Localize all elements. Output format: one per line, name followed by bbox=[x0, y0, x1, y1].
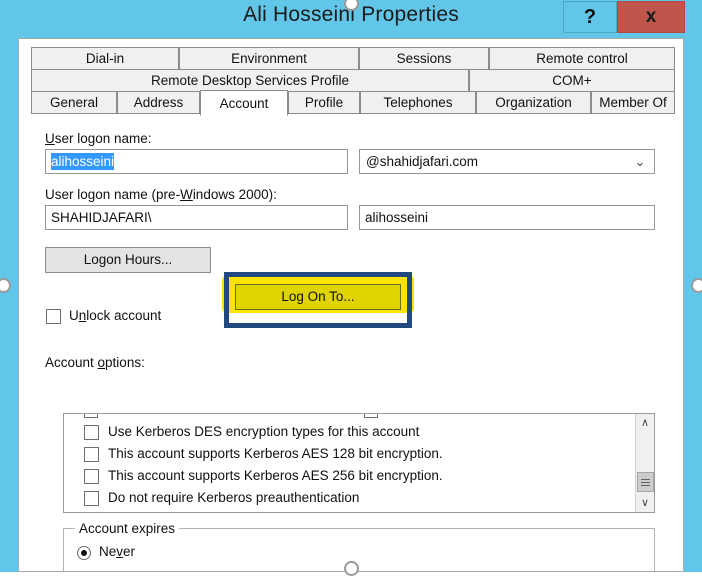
tab-dial-in[interactable]: Dial-in bbox=[31, 47, 179, 70]
scrolled-checkbox-sliver-right bbox=[364, 414, 378, 418]
pre2000-logon-name-input[interactable]: alihosseini bbox=[359, 205, 655, 230]
resize-handle-right[interactable] bbox=[691, 278, 702, 293]
option-label: Use Kerberos DES encryption types for th… bbox=[108, 424, 420, 439]
tab-strip: Dial-in Environment Sessions Remote cont… bbox=[31, 47, 675, 116]
option-checkbox[interactable] bbox=[84, 447, 99, 462]
option-checkbox[interactable] bbox=[84, 425, 99, 440]
tab-account[interactable]: Account bbox=[200, 90, 288, 116]
user-logon-name-value: alihosseini bbox=[51, 153, 115, 170]
dialog-client-area: Dial-in Environment Sessions Remote cont… bbox=[18, 38, 684, 572]
unlock-account-label: Unlock account bbox=[69, 308, 162, 323]
option-checkbox[interactable] bbox=[84, 491, 99, 506]
account-options-label: Account options: bbox=[45, 355, 145, 370]
logon-hours-button[interactable]: Logon Hours... bbox=[45, 247, 211, 273]
tab-row-1: Dial-in Environment Sessions Remote cont… bbox=[31, 47, 675, 70]
tab-sessions[interactable]: Sessions bbox=[359, 47, 489, 70]
tab-com-plus[interactable]: COM+ bbox=[469, 69, 675, 92]
window-frame-right bbox=[684, 38, 702, 572]
tab-profile[interactable]: Profile bbox=[288, 91, 360, 114]
scroll-down-icon[interactable]: ∨ bbox=[636, 494, 654, 512]
chevron-down-icon: ⌄ bbox=[634, 154, 646, 169]
resize-handle-bottom[interactable] bbox=[344, 561, 359, 576]
account-expires-legend: Account expires bbox=[75, 521, 180, 536]
logon-hours-label: Logon Hours... bbox=[83, 252, 173, 267]
tab-organization[interactable]: Organization bbox=[476, 91, 591, 114]
upn-suffix-value: @shahidjafari.com bbox=[366, 154, 479, 169]
options-scrollbar[interactable]: ∧ ∨ bbox=[635, 414, 654, 512]
user-logon-name-input[interactable]: alihosseini bbox=[45, 149, 348, 174]
tab-general[interactable]: General bbox=[31, 91, 117, 114]
tab-address[interactable]: Address bbox=[117, 91, 200, 114]
scroll-up-icon[interactable]: ∧ bbox=[636, 414, 654, 432]
tab-row-2: Remote Desktop Services Profile COM+ bbox=[31, 69, 675, 92]
tab-remote-desktop-services-profile[interactable]: Remote Desktop Services Profile bbox=[31, 69, 469, 92]
option-checkbox[interactable] bbox=[84, 469, 99, 484]
scrolled-checkbox-sliver-left bbox=[84, 414, 98, 418]
tab-environment[interactable]: Environment bbox=[179, 47, 359, 70]
option-label: This account supports Kerberos AES 128 b… bbox=[108, 446, 443, 461]
expires-never-radio[interactable] bbox=[77, 546, 91, 560]
pre2000-label: User logon name (pre-Windows 2000): bbox=[45, 187, 277, 202]
log-on-to-button[interactable]: Log On To... bbox=[235, 284, 401, 310]
tab-member-of[interactable]: Member Of bbox=[591, 91, 675, 114]
logon-name-label: User logon name: bbox=[45, 131, 152, 146]
pre2000-domain-value: SHAHIDJAFARI\ bbox=[51, 210, 152, 225]
tab-telephones[interactable]: Telephones bbox=[360, 91, 476, 114]
help-button[interactable]: ? bbox=[563, 1, 617, 33]
upn-suffix-combo[interactable]: @shahidjafari.com ⌄ bbox=[359, 149, 655, 174]
scrollbar-thumb[interactable] bbox=[637, 472, 654, 492]
pre2000-domain-input[interactable]: SHAHIDJAFARI\ bbox=[45, 205, 348, 230]
option-label: Do not require Kerberos preauthenticatio… bbox=[108, 490, 360, 505]
tab-remote-control[interactable]: Remote control bbox=[489, 47, 675, 70]
properties-window: Ali Hosseini Properties ? x Dial-in Envi… bbox=[0, 0, 702, 576]
account-options-list[interactable]: Use Kerberos DES encryption types for th… bbox=[63, 413, 655, 513]
expires-never-label: Never bbox=[99, 544, 136, 559]
close-button[interactable]: x bbox=[617, 1, 685, 33]
tab-row-3: General Address Account Profile Telephon… bbox=[31, 90, 675, 116]
log-on-to-label: Log On To... bbox=[281, 289, 355, 304]
window-frame-left bbox=[0, 38, 18, 572]
pre2000-logon-name-value: alihosseini bbox=[365, 210, 429, 225]
option-label: This account supports Kerberos AES 256 b… bbox=[108, 468, 443, 483]
unlock-account-checkbox[interactable] bbox=[46, 309, 61, 324]
